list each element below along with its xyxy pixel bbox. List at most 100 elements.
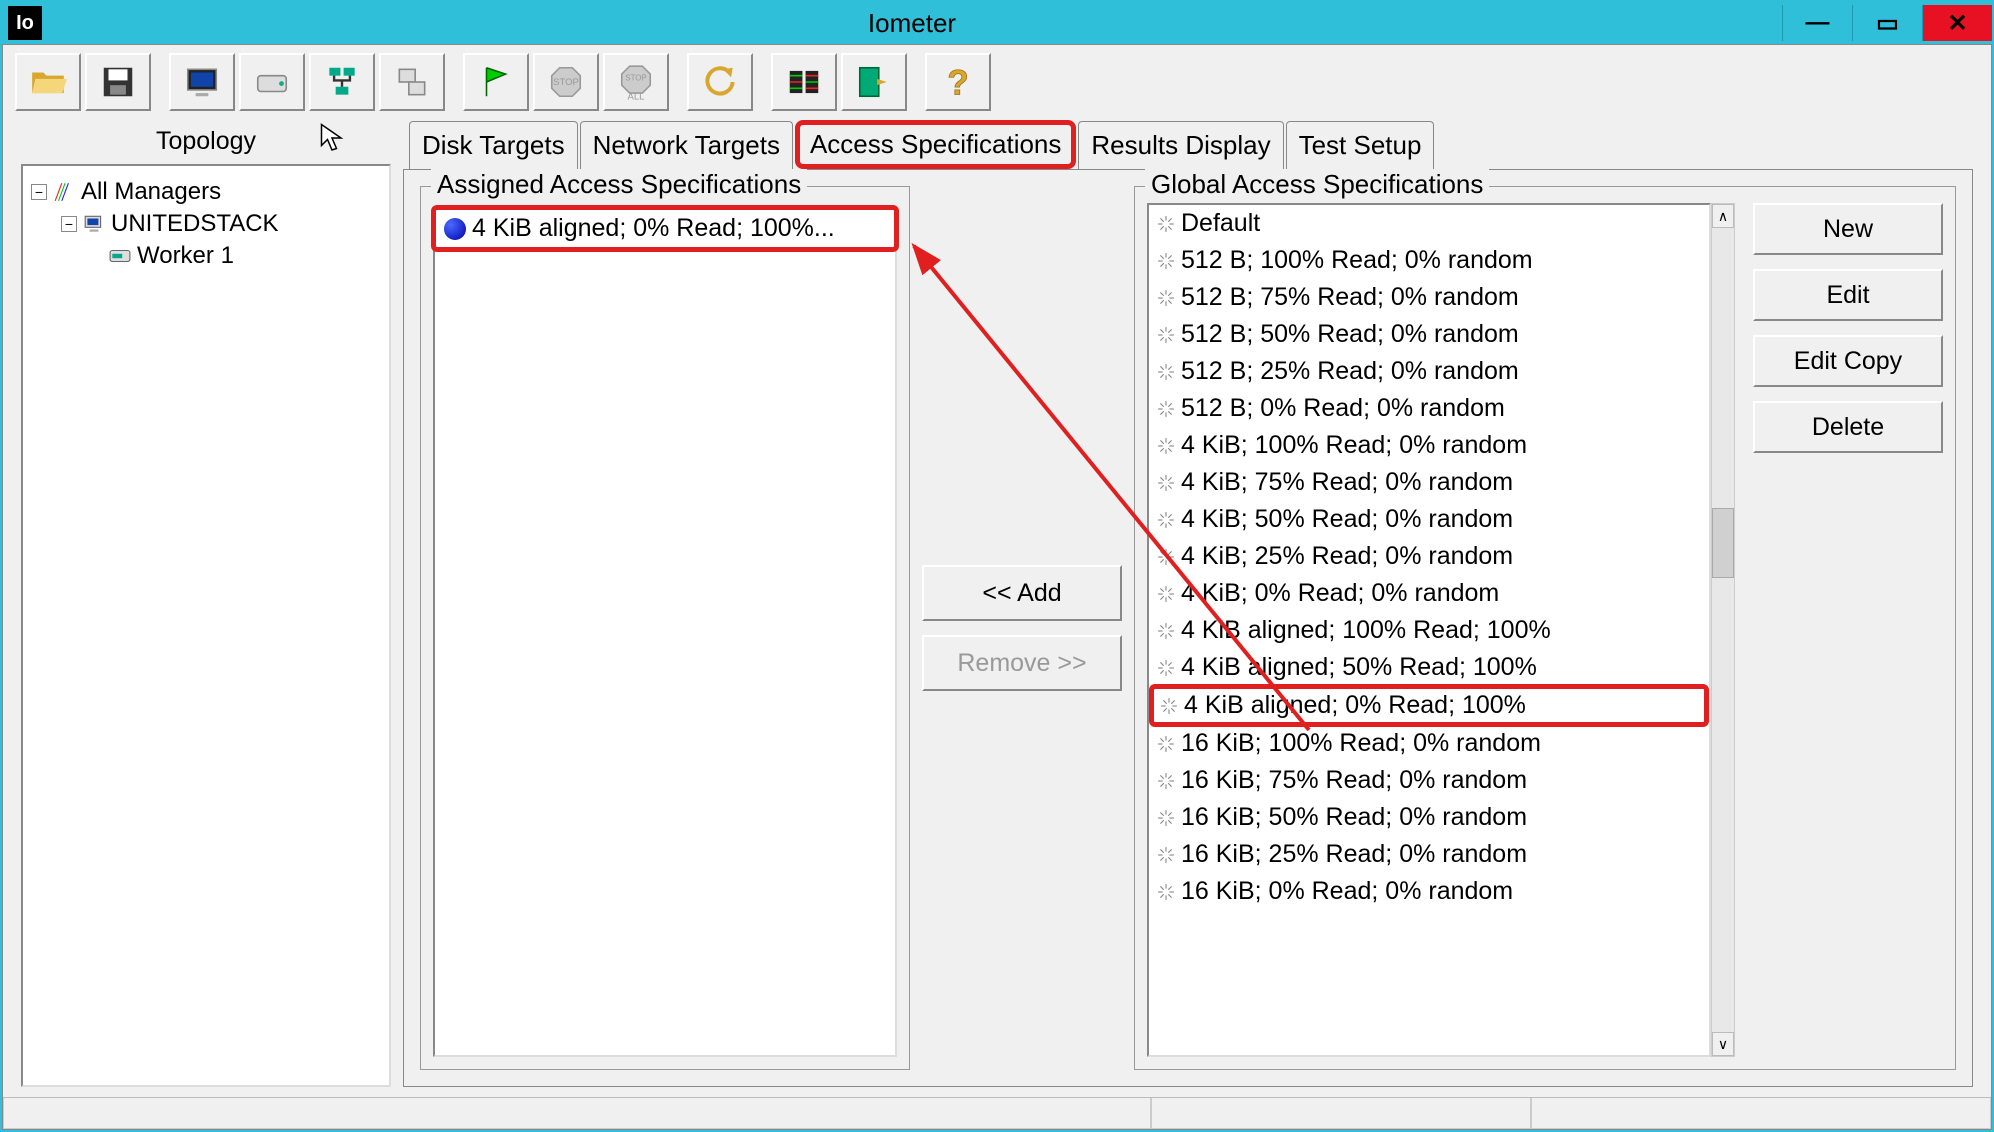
global-spec-item[interactable]: 4 KiB; 0% Read; 0% random [1149, 575, 1709, 612]
tree-manager[interactable]: − UNITEDSTACK [31, 208, 381, 240]
app-icon: Io [8, 6, 42, 40]
expander-icon[interactable]: − [31, 184, 47, 200]
global-spec-label: 16 KiB; 100% Read; 0% random [1181, 729, 1541, 758]
stop-all-button[interactable]: STOPALL [603, 53, 669, 111]
tab-results-display[interactable]: Results Display [1078, 121, 1283, 169]
exit-icon [855, 63, 893, 101]
remove-button[interactable]: Remove >> [922, 635, 1122, 691]
tree-manager-label: UNITEDSTACK [111, 210, 279, 238]
edit-copy-button[interactable]: Edit Copy [1753, 335, 1943, 387]
scrollbar[interactable]: ∧ ∨ [1711, 203, 1735, 1057]
delete-button[interactable]: Delete [1753, 401, 1943, 453]
spec-burst-icon [1157, 846, 1175, 864]
maximize-button[interactable]: ▭ [1852, 5, 1922, 41]
reset-icon [701, 63, 739, 101]
spec-marker-icon [444, 218, 466, 240]
tree-root[interactable]: − All Managers [31, 176, 381, 208]
global-spec-item[interactable]: 16 KiB; 50% Read; 0% random [1149, 799, 1709, 836]
minimize-button[interactable]: — [1782, 5, 1852, 41]
client-area: STOP STOPALL ? Topology [2, 44, 1992, 1130]
new-button[interactable]: New [1753, 203, 1943, 255]
window-title: Iometer [42, 8, 1782, 39]
tab-container: Disk Targets Network Targets Access Spec… [403, 119, 1973, 1087]
global-spec-item[interactable]: 16 KiB; 100% Read; 0% random [1149, 725, 1709, 762]
disk-icon [253, 63, 291, 101]
save-button[interactable] [85, 53, 151, 111]
cursor-icon [319, 123, 345, 160]
help-icon: ? [939, 63, 977, 101]
tree-worker-label: Worker 1 [137, 242, 234, 270]
results-button[interactable] [771, 53, 837, 111]
spec-burst-icon [1157, 659, 1175, 677]
status-cell-2 [1151, 1098, 1531, 1129]
global-spec-item[interactable]: 512 B; 100% Read; 0% random [1149, 242, 1709, 279]
global-spec-item[interactable]: 4 KiB aligned; 100% Read; 100% [1149, 612, 1709, 649]
global-spec-item[interactable]: 4 KiB; 50% Read; 0% random [1149, 501, 1709, 538]
assigned-legend: Assigned Access Specifications [431, 169, 807, 200]
global-spec-label: Default [1181, 209, 1260, 238]
help-button[interactable]: ? [925, 53, 991, 111]
copy-worker-button[interactable] [379, 53, 445, 111]
topology-title: Topology [21, 119, 391, 164]
global-spec-item[interactable]: 16 KiB; 75% Read; 0% random [1149, 762, 1709, 799]
expander-icon[interactable]: − [61, 216, 77, 232]
results-icon [785, 63, 823, 101]
global-spec-item[interactable]: 512 B; 25% Read; 0% random [1149, 353, 1709, 390]
spec-burst-icon [1157, 511, 1175, 529]
stop-button[interactable]: STOP [533, 53, 599, 111]
spec-burst-icon [1157, 809, 1175, 827]
stop-icon: STOP [547, 63, 585, 101]
managers-icon [53, 181, 75, 203]
global-spec-item[interactable]: 4 KiB aligned; 0% Read; 100% [1149, 684, 1709, 727]
computer-icon [83, 213, 105, 235]
global-spec-label: 16 KiB; 25% Read; 0% random [1181, 840, 1527, 869]
network-button[interactable] [309, 53, 375, 111]
tab-access-specifications[interactable]: Access Specifications [795, 120, 1076, 169]
spec-burst-icon [1157, 883, 1175, 901]
global-spec-item[interactable]: 512 B; 75% Read; 0% random [1149, 279, 1709, 316]
exit-button[interactable] [841, 53, 907, 111]
global-spec-item[interactable]: 512 B; 50% Read; 0% random [1149, 316, 1709, 353]
global-spec-label: 4 KiB; 75% Read; 0% random [1181, 468, 1513, 497]
window-controls: — ▭ ✕ [1782, 5, 1992, 41]
open-icon [29, 63, 67, 101]
spec-burst-icon [1157, 585, 1175, 603]
scroll-track[interactable] [1712, 228, 1734, 1032]
tab-test-setup[interactable]: Test Setup [1286, 121, 1435, 169]
spec-burst-icon [1157, 474, 1175, 492]
global-spec-item[interactable]: 4 KiB; 75% Read; 0% random [1149, 464, 1709, 501]
scroll-thumb[interactable] [1712, 508, 1734, 578]
global-spec-item[interactable]: 4 KiB; 25% Read; 0% random [1149, 538, 1709, 575]
open-button[interactable] [15, 53, 81, 111]
tree-worker[interactable]: Worker 1 [31, 240, 381, 272]
svg-text:STOP: STOP [553, 77, 579, 88]
assigned-spec-item[interactable]: 4 KiB aligned; 0% Read; 100%... [431, 205, 899, 252]
global-spec-item[interactable]: Default [1149, 205, 1709, 242]
start-button[interactable] [463, 53, 529, 111]
scroll-up-icon[interactable]: ∧ [1712, 204, 1734, 228]
disk-button[interactable] [239, 53, 305, 111]
global-spec-item[interactable]: 4 KiB aligned; 50% Read; 100% [1149, 649, 1709, 686]
tab-network-targets[interactable]: Network Targets [580, 121, 793, 169]
global-specs-list[interactable]: Default512 B; 100% Read; 0% random512 B;… [1147, 203, 1711, 1057]
worker-disk-icon [109, 247, 131, 265]
add-button[interactable]: << Add [922, 565, 1122, 621]
tab-disk-targets[interactable]: Disk Targets [409, 121, 578, 169]
spec-burst-icon [1157, 437, 1175, 455]
global-spec-label: 4 KiB; 50% Read; 0% random [1181, 505, 1513, 534]
tree-root-label: All Managers [81, 178, 221, 206]
topology-tree[interactable]: − All Managers − UNITEDSTACK Worker 1 [21, 164, 391, 1087]
status-cell-3 [1531, 1098, 1991, 1129]
edit-button[interactable]: Edit [1753, 269, 1943, 321]
global-spec-item[interactable]: 4 KiB; 100% Read; 0% random [1149, 427, 1709, 464]
display-button[interactable] [169, 53, 235, 111]
global-spec-item[interactable]: 16 KiB; 25% Read; 0% random [1149, 836, 1709, 873]
global-spec-item[interactable]: 512 B; 0% Read; 0% random [1149, 390, 1709, 427]
global-spec-item[interactable]: 16 KiB; 0% Read; 0% random [1149, 873, 1709, 910]
global-spec-label: 4 KiB; 100% Read; 0% random [1181, 431, 1527, 460]
scroll-down-icon[interactable]: ∨ [1712, 1032, 1734, 1056]
reset-button[interactable] [687, 53, 753, 111]
svg-text:ALL: ALL [628, 91, 645, 101]
assigned-specs-list[interactable]: 4 KiB aligned; 0% Read; 100%... [433, 207, 897, 1057]
close-button[interactable]: ✕ [1922, 5, 1992, 41]
